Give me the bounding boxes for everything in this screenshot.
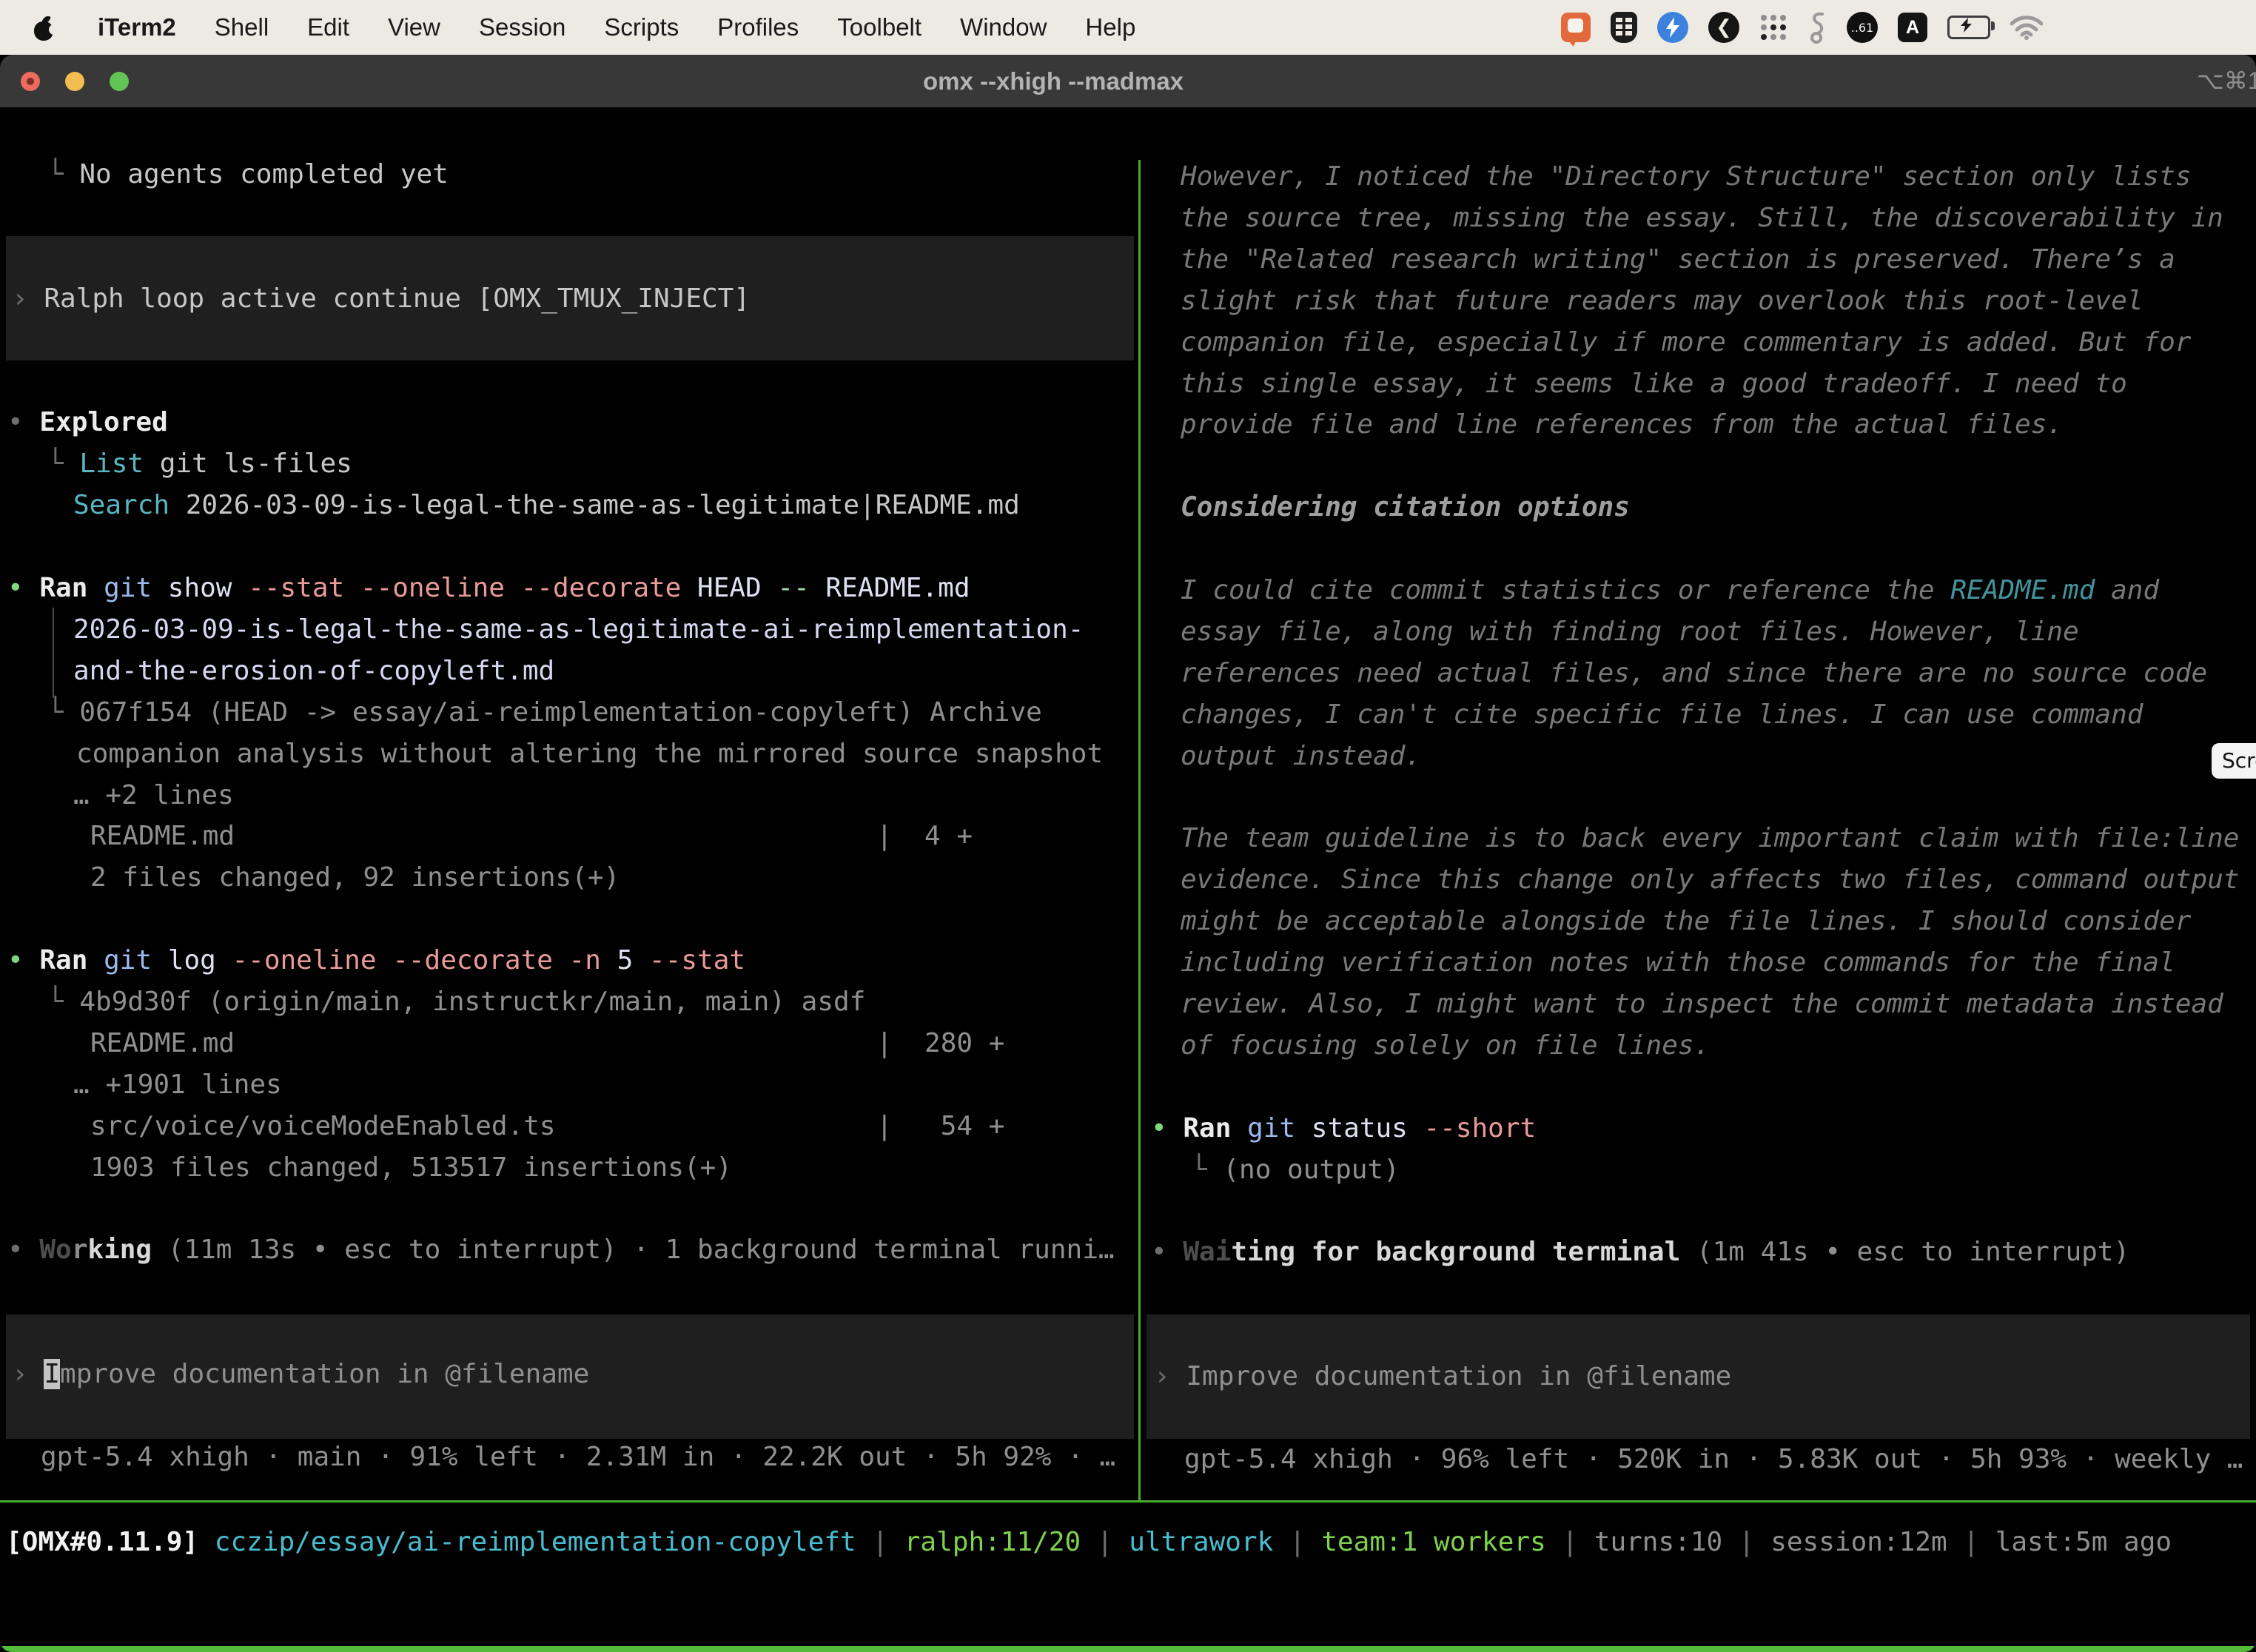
hook-icon[interactable] (1807, 11, 1827, 44)
menu-item-edit[interactable]: Edit (307, 13, 349, 41)
bottom-status-pane: [OMX#0.11.9] cczip/essay/ai-reimplementa… (0, 107, 2256, 1652)
zoom-button[interactable] (110, 72, 129, 91)
black-cutout-icon[interactable]: ❮ (1708, 12, 1739, 43)
terminal-area[interactable]: └ No agents completed yet› Ralph loop ac… (0, 107, 2256, 1652)
blue-bolt-badge-icon[interactable] (1657, 12, 1688, 43)
vertical-pane-divider (1138, 160, 1141, 1500)
minimize-button[interactable] (65, 72, 84, 91)
menu-item-scripts[interactable]: Scripts (604, 13, 679, 41)
window-title: omx --xhigh --madmax (923, 55, 1184, 107)
menu-item-view[interactable]: View (388, 13, 440, 41)
dots-grid-icon[interactable] (1759, 13, 1787, 41)
menu-item-help[interactable]: Help (1085, 13, 1135, 41)
omx-status-line: [OMX#0.11.9] cczip/essay/ai-reimplementa… (6, 1522, 2172, 1563)
menu-item-session[interactable]: Session (479, 13, 565, 41)
shield-grid-icon[interactable] (1611, 12, 1637, 43)
window-titlebar[interactable]: omx --xhigh --madmax ⌥⌘1 (0, 55, 2256, 107)
menu-status-icons: ❮ ..61 A (1561, 0, 2043, 55)
menu-item-shell[interactable]: Shell (215, 13, 269, 41)
screen: iTerm2 Shell Edit View Session Scripts Profile… (0, 0, 2256, 1652)
menu-bar: iTerm2 Shell Edit View Session Scripts Profile… (0, 0, 2256, 55)
keyboard-a-icon[interactable]: A (1898, 13, 1927, 42)
chat-icon[interactable] (1561, 13, 1591, 42)
battery-charging-icon[interactable] (1947, 16, 1990, 39)
menu-item-toolbelt[interactable]: Toolbelt (837, 13, 921, 41)
iterm2-window: omx --xhigh --madmax ⌥⌘1 └ No agents com… (0, 55, 2256, 1652)
horizontal-pane-divider (0, 1500, 2256, 1502)
tmux-status-bar: [omx-cczip0:bash* "MacBook-Pro-44.local"… (0, 1646, 2256, 1652)
gauge-icon[interactable]: ..61 (1847, 12, 1878, 43)
wifi-icon[interactable] (2010, 15, 2043, 40)
close-button[interactable] (21, 72, 40, 91)
menu-items: iTerm2 Shell Edit View Session Scripts Profile… (33, 13, 1135, 41)
apple-menu[interactable] (33, 13, 59, 41)
screen-share-overlay[interactable]: Scre (2212, 743, 2256, 779)
menu-item-profiles[interactable]: Profiles (717, 13, 799, 41)
window-shortcut-badge: ⌥⌘1 (2197, 55, 2256, 107)
menu-item-window[interactable]: Window (960, 13, 1047, 41)
apple-icon (33, 16, 55, 42)
menu-item-iterm2[interactable]: iTerm2 (98, 13, 176, 41)
